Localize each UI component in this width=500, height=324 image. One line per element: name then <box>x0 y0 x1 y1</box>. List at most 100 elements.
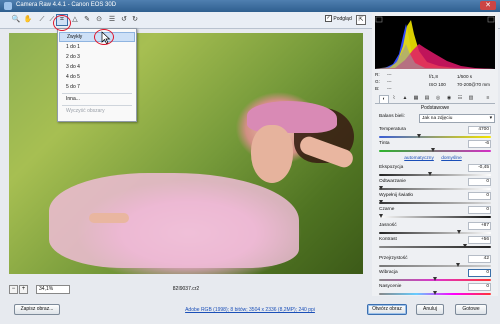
highlight-circle-menu <box>94 29 114 45</box>
tab-lens-icon[interactable]: ◎ <box>434 95 442 102</box>
slider-thumb[interactable] <box>463 244 468 248</box>
slider-value[interactable]: +87 <box>468 222 491 230</box>
slider-value[interactable]: -0,45 <box>468 164 491 172</box>
slider-track[interactable] <box>379 136 491 138</box>
zoom-bar: − + 34,1% 82I9037.cr2 <box>9 285 363 294</box>
photo-face <box>251 125 293 183</box>
preferences-icon[interactable]: ☰ <box>106 14 118 26</box>
slider-track[interactable] <box>379 174 491 176</box>
slider-label: Nasycenie <box>379 284 402 289</box>
slider-label: Kontrast <box>379 237 397 242</box>
title-bar: Camera Raw 4.4.1 - Canon EOS 30D ✕ <box>0 0 500 12</box>
slider-label: Ekspozycja <box>379 165 404 170</box>
chevron-down-icon: ▾ <box>489 116 492 121</box>
g-label: G: <box>375 79 380 84</box>
aperture: f/1,8 <box>429 74 438 79</box>
tab-tone-curve-icon[interactable]: ⌇ <box>390 95 398 102</box>
preview-label: Podgląd <box>333 15 352 22</box>
menu-item-1-1[interactable]: 1 do 1 <box>66 44 80 50</box>
slider-value[interactable]: +56 <box>468 236 491 244</box>
slider-value[interactable]: 42 <box>468 255 491 263</box>
highlight-circle-crop-tool <box>53 15 71 31</box>
slider-track[interactable] <box>379 216 491 218</box>
slider-value[interactable]: 0 <box>468 206 491 214</box>
r-value: --- <box>387 72 392 77</box>
preview-checkbox-box[interactable]: ✓ <box>325 15 332 22</box>
slider-thumb[interactable] <box>427 172 432 176</box>
done-button[interactable]: Gotowe <box>455 304 487 315</box>
slider-thumb[interactable] <box>379 214 383 218</box>
tab-hsl-icon[interactable]: ▦ <box>412 95 420 102</box>
slider-thumb[interactable] <box>433 291 437 295</box>
slider-value[interactable]: 0 <box>468 192 491 200</box>
slider-value[interactable]: 0 <box>468 283 491 291</box>
slider-value[interactable]: 0 <box>468 178 491 186</box>
white-balance-value: Jak na zdjęciu <box>422 116 453 121</box>
slider-thumb[interactable] <box>379 200 383 204</box>
tab-snapshots-icon[interactable]: ▥ <box>467 95 475 102</box>
preview-checkbox[interactable]: ✓ Podgląd <box>325 15 352 22</box>
open-image-button[interactable]: Otwórz obraz <box>367 304 407 315</box>
menu-separator <box>62 93 132 94</box>
tab-basic-icon[interactable]: ◐ <box>379 95 389 103</box>
fullscreen-icon[interactable]: ⇱ <box>356 15 366 25</box>
white-balance-select[interactable]: Jak na zdjęciu ▾ <box>419 114 495 123</box>
tab-detail-icon[interactable]: ▲ <box>401 95 409 102</box>
menu-item-2-3[interactable]: 2 do 3 <box>66 54 80 60</box>
histogram <box>375 16 495 69</box>
slider-label: Czarne <box>379 207 395 212</box>
menu-item-custom[interactable]: Inna... <box>66 96 80 102</box>
auto-default-links: automatyczny domyślne <box>375 156 491 161</box>
slider-thumb[interactable] <box>379 186 383 190</box>
window-title: Camera Raw 4.4.1 - Canon EOS 30D <box>16 2 117 8</box>
slider-thumb[interactable] <box>416 134 421 138</box>
slider-thumb[interactable] <box>433 277 437 281</box>
retouch-tool-icon[interactable]: ✎ <box>81 14 93 26</box>
slider-label: Wypełnij światło <box>379 193 414 198</box>
rotate-right-icon[interactable]: ↻ <box>129 14 141 26</box>
g-value: --- <box>387 79 392 84</box>
tab-split-toning-icon[interactable]: ▤ <box>423 95 431 102</box>
slider-thumb[interactable] <box>456 230 461 234</box>
zoom-tool-icon[interactable]: 🔍 <box>10 14 22 26</box>
r-label: R: <box>375 72 380 77</box>
panel-menu-icon[interactable]: ≡ <box>484 95 492 102</box>
slider-value[interactable]: 0 <box>468 269 491 277</box>
default-link[interactable]: domyślne <box>441 156 462 161</box>
close-icon[interactable]: ✕ <box>480 1 496 10</box>
menu-item-4-5[interactable]: 4 do 5 <box>66 74 80 80</box>
white-balance-label: Balans bieli: <box>379 114 405 119</box>
shutter-speed: 1/500 s <box>457 74 473 79</box>
auto-link[interactable]: automatyczny <box>404 156 434 161</box>
basic-panel: Balans bieli: Jak na zdjęciu ▾ Temperatu… <box>375 112 495 296</box>
slider-label: Jasność <box>379 223 397 228</box>
menu-item-3-4[interactable]: 3 do 4 <box>66 64 80 70</box>
app-icon <box>4 2 12 10</box>
slider-label: Tinta <box>379 141 390 146</box>
slider-thumb[interactable] <box>430 148 435 152</box>
file-name: 82I9037.cr2 <box>172 286 200 292</box>
slider-track[interactable] <box>379 150 491 152</box>
slider-track[interactable] <box>379 188 491 190</box>
tab-presets-icon[interactable]: ☷ <box>456 95 464 102</box>
slider-label: Temperatura <box>379 127 406 132</box>
slider-value[interactable]: 4700 <box>468 126 491 134</box>
slider-track[interactable] <box>379 246 491 248</box>
cancel-button[interactable]: Anuluj <box>416 304 444 315</box>
hand-tool-icon[interactable]: ✋ <box>22 14 34 26</box>
camera-raw-window: Camera Raw 4.4.1 - Canon EOS 30D ✕ 🔍 ✋ ⟋… <box>0 0 500 324</box>
iso: ISO 100 <box>429 82 446 87</box>
slider-track[interactable] <box>379 202 491 204</box>
slider-track[interactable] <box>379 232 491 234</box>
slider-label: Odtwarzanie <box>379 179 406 184</box>
slider-track[interactable] <box>379 265 491 267</box>
menu-item-5-7[interactable]: 5 do 7 <box>66 84 80 90</box>
bottom-bar: Zapisz obraz... Adobe RGB (1998); 8 bitó… <box>0 298 500 324</box>
slider-value[interactable]: -6 <box>468 140 491 148</box>
photo-dress <box>49 173 299 268</box>
tab-camera-calibration-icon[interactable]: ◉ <box>445 95 453 102</box>
photo-hand <box>89 213 129 223</box>
panel-tabs: ◐ ⌇ ▲ ▦ ▤ ◎ ◉ ☷ ▥ ≡ <box>375 95 495 104</box>
slider-thumb[interactable] <box>455 263 460 267</box>
red-eye-tool-icon[interactable]: ⊙ <box>93 14 105 26</box>
